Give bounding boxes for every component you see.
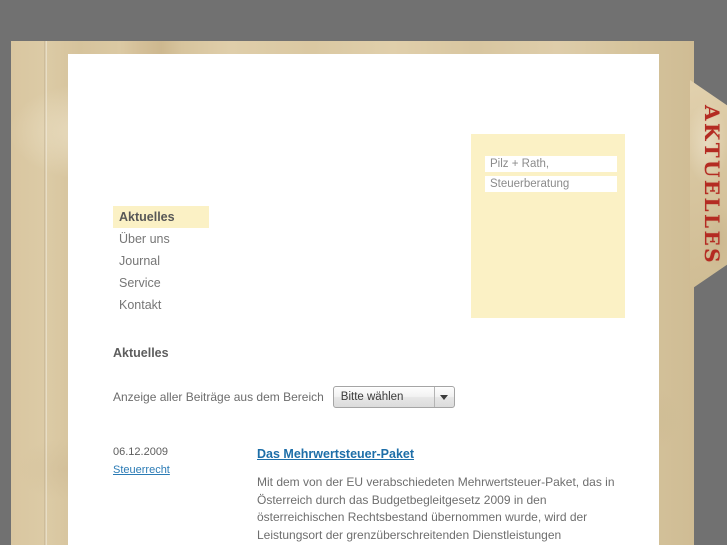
logo-line-company: Pilz + Rath,	[485, 156, 617, 172]
sidebar-item-service[interactable]: Service	[113, 272, 213, 294]
filter-label: Anzeige aller Beiträge aus dem Bereich	[113, 390, 324, 404]
main-navigation: Aktuelles Über uns Journal Service Konta…	[113, 206, 213, 316]
folder-tab-aktuelles[interactable]: AKTUELLES	[690, 80, 727, 290]
article-date: 06.12.2009	[113, 446, 169, 458]
caret-down-glyph	[440, 394, 449, 400]
main-content: Aktuelles Anzeige aller Beiträge aus dem…	[113, 346, 633, 545]
sidebar-item-ueber-uns[interactable]: Über uns	[113, 228, 213, 250]
article-meta: 06.12.2009 Steuerrecht	[113, 445, 257, 545]
sidebar-item-journal[interactable]: Journal	[113, 250, 213, 272]
page-title: Aktuelles	[113, 346, 169, 360]
folder-tab-label: AKTUELLES	[699, 105, 724, 265]
article-category-link[interactable]: Steuerrecht	[113, 463, 170, 478]
article-title-link[interactable]: Das Mehrwertsteuer-Paket	[257, 447, 414, 461]
article-list-item: 06.12.2009 Steuerrecht Das Mehrwertsteue…	[113, 445, 633, 545]
area-select-value: Bitte wählen	[340, 391, 404, 403]
folder-crease	[44, 41, 47, 545]
logo-line-subtitle: Steuerberatung	[485, 176, 617, 192]
document-folder: AKTUELLES Pilz + Rath, Steuerberatung Ak…	[11, 41, 727, 545]
area-select[interactable]: Bitte wählen	[332, 386, 455, 408]
content-page: Pilz + Rath, Steuerberatung Aktuelles Üb…	[68, 54, 659, 545]
article-main: Das Mehrwertsteuer-Paket Mit dem von der…	[257, 445, 633, 545]
filter-row: Anzeige aller Beiträge aus dem Bereich B…	[113, 386, 633, 408]
sidebar-item-aktuelles[interactable]: Aktuelles	[113, 206, 209, 228]
article-body: Mit dem von der EU verabschiedeten Mehrw…	[257, 475, 615, 542]
chevron-down-icon[interactable]	[433, 387, 454, 407]
sidebar-item-kontakt[interactable]: Kontakt	[113, 294, 213, 316]
logo-box: Pilz + Rath, Steuerberatung	[471, 134, 625, 318]
